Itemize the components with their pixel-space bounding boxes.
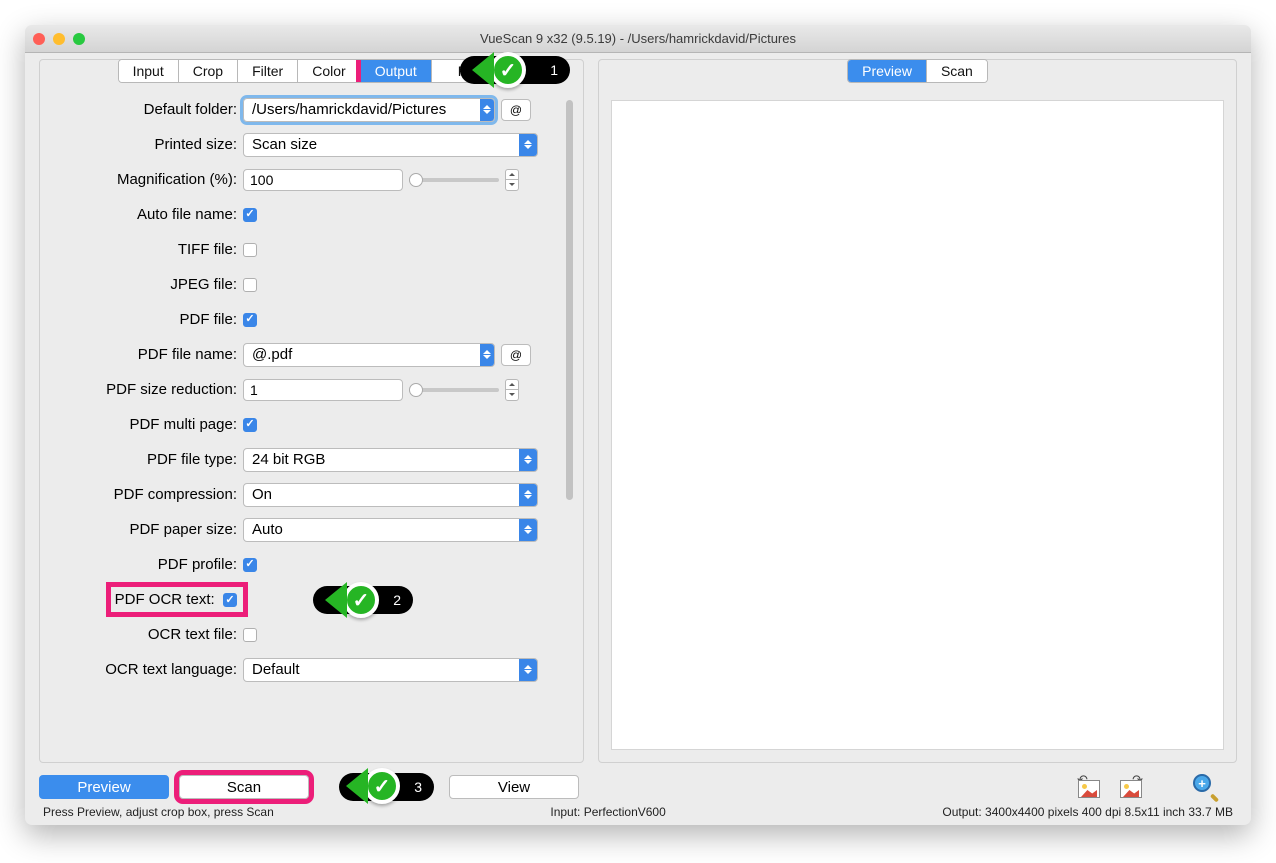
zoom-window-button[interactable] — [73, 33, 85, 45]
magnification-slider[interactable] — [409, 178, 499, 182]
title-bar: VueScan 9 x32 (9.5.19) - /Users/hamrickd… — [25, 25, 1251, 53]
label-pdf-paper-size: PDF paper size: — [48, 521, 243, 538]
label-ocr-text-file: OCR text file: — [48, 626, 243, 643]
label-pdf-profile: PDF profile: — [48, 556, 243, 573]
preview-pane: Preview Scan — [598, 59, 1237, 763]
pdf-ocr-text-checkbox[interactable] — [223, 593, 237, 607]
pdf-size-reduction-slider[interactable] — [409, 388, 499, 392]
close-window-button[interactable] — [33, 33, 45, 45]
window-title: VueScan 9 x32 (9.5.19) - /Users/hamrickd… — [25, 31, 1251, 46]
settings-pane: Input Crop Filter Color Output Prefs 1 — [39, 59, 584, 763]
pdf-file-type-select[interactable]: 24 bit RGB — [243, 448, 538, 472]
app-window: VueScan 9 x32 (9.5.19) - /Users/hamrickd… — [25, 25, 1251, 825]
status-center: Input: PerfectionV600 — [550, 805, 665, 819]
pdf-profile-checkbox[interactable] — [243, 558, 257, 572]
tab-filter[interactable]: Filter — [238, 60, 298, 82]
magnification-input[interactable] — [243, 169, 403, 191]
annotation-arrow-3 — [346, 768, 368, 804]
tab-crop[interactable]: Crop — [179, 60, 238, 82]
rotate-right-button[interactable]: ↷ — [1117, 774, 1145, 800]
label-pdf-size-reduction: PDF size reduction: — [48, 381, 243, 398]
printed-size-select[interactable]: Scan size — [243, 133, 538, 157]
pdf-paper-size-select[interactable]: Auto — [243, 518, 538, 542]
default-folder-at-button[interactable]: @ — [501, 99, 531, 121]
status-left: Press Preview, adjust crop box, press Sc… — [43, 805, 274, 819]
tab-preview[interactable]: Preview — [848, 60, 927, 82]
label-default-folder: Default folder: — [48, 101, 243, 118]
annotation-check-1 — [490, 52, 526, 88]
label-pdf-file-type: PDF file type: — [48, 451, 243, 468]
jpeg-file-checkbox[interactable] — [243, 278, 257, 292]
pdf-size-reduction-input[interactable] — [243, 379, 403, 401]
default-folder-combo[interactable]: /Users/hamrickdavid/Pictures — [243, 98, 495, 122]
tab-color[interactable]: Color — [298, 60, 360, 82]
tab-scan[interactable]: Scan — [927, 60, 987, 82]
annotation-arrow-2 — [325, 582, 347, 618]
right-tab-bar: Preview Scan — [847, 59, 988, 83]
ocr-text-file-checkbox[interactable] — [243, 628, 257, 642]
label-pdf-compression: PDF compression: — [48, 486, 243, 503]
scan-button[interactable]: Scan — [179, 775, 309, 799]
label-auto-file-name: Auto file name: — [48, 206, 243, 223]
pdf-multi-page-checkbox[interactable] — [243, 418, 257, 432]
pdf-size-reduction-stepper[interactable] — [505, 379, 519, 401]
pdf-file-name-combo[interactable]: @.pdf — [243, 343, 495, 367]
view-button[interactable]: View — [449, 775, 579, 799]
annotation-arrow-1 — [472, 52, 494, 88]
annotation-check-2 — [343, 582, 379, 618]
annotation-check-3 — [364, 768, 400, 804]
preview-canvas — [611, 100, 1224, 750]
tab-input[interactable]: Input — [119, 60, 179, 82]
status-right: Output: 3400x4400 pixels 400 dpi 8.5x11 … — [942, 805, 1233, 819]
label-magnification: Magnification (%): — [48, 171, 243, 188]
action-button-row: Preview Scan 3 View ↶ ↷ + — [39, 763, 1237, 803]
label-tiff-file: TIFF file: — [48, 241, 243, 258]
tiff-file-checkbox[interactable] — [243, 243, 257, 257]
auto-file-name-checkbox[interactable] — [243, 208, 257, 222]
left-tab-bar: Input Crop Filter Color Output Prefs — [118, 59, 506, 83]
label-printed-size: Printed size: — [48, 136, 243, 153]
preview-button[interactable]: Preview — [39, 775, 169, 799]
rotate-left-button[interactable]: ↶ — [1075, 774, 1103, 800]
ocr-text-language-select[interactable]: Default — [243, 658, 538, 682]
tab-output[interactable]: Output — [361, 60, 432, 82]
content-area: Input Crop Filter Color Output Prefs 1 — [25, 53, 1251, 825]
label-pdf-ocr-text: PDF OCR text: — [115, 591, 215, 608]
label-ocr-text-language: OCR text language: — [48, 661, 243, 678]
label-jpeg-file: JPEG file: — [48, 276, 243, 293]
label-pdf-multi-page: PDF multi page: — [48, 416, 243, 433]
minimize-window-button[interactable] — [53, 33, 65, 45]
label-pdf-file-name: PDF file name: — [48, 346, 243, 363]
scrollbar[interactable] — [566, 100, 573, 500]
window-controls — [33, 33, 85, 45]
magnification-stepper[interactable] — [505, 169, 519, 191]
form-area: Default folder: /Users/hamrickdavid/Pict… — [48, 92, 573, 754]
pdf-file-checkbox[interactable] — [243, 313, 257, 327]
pdf-compression-select[interactable]: On — [243, 483, 538, 507]
status-bar: Press Preview, adjust crop box, press Sc… — [39, 803, 1237, 821]
label-pdf-file: PDF file: — [48, 311, 243, 328]
pdf-file-name-at-button[interactable]: @ — [501, 344, 531, 366]
zoom-in-button[interactable]: + — [1193, 774, 1219, 800]
